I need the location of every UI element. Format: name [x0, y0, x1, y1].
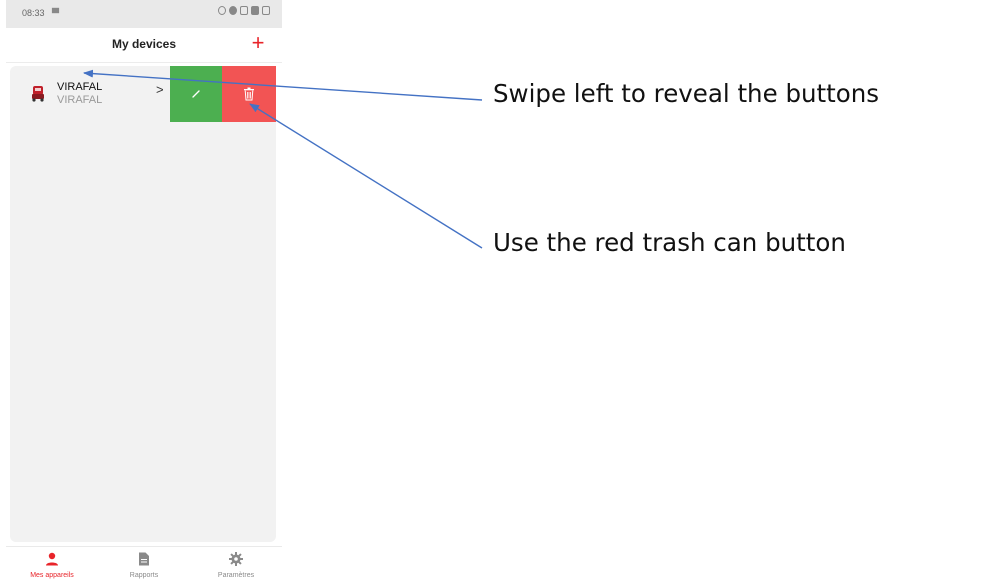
nav-label-parametres: Paramètres [217, 572, 255, 579]
add-device-button[interactable]: + [244, 30, 272, 58]
nav-label-mes-appareils: Mes appareils [30, 572, 74, 579]
notification-icon [51, 7, 60, 14]
app-header: My devices + [6, 28, 282, 63]
device-list: VIRAFAL VIRAFAL > [10, 66, 276, 542]
trash-icon [244, 87, 254, 101]
gear-icon [229, 552, 243, 566]
alarm-icon [218, 6, 226, 15]
arrow-to-trash-button [249, 103, 483, 249]
chevron-right-icon: > [156, 82, 164, 97]
device-subtitle: VIRAFAL [57, 94, 103, 106]
device-row[interactable]: VIRAFAL VIRAFAL > [10, 66, 276, 122]
nav-item-rapports[interactable]: Rapports [98, 547, 190, 581]
bottom-nav: Mes appareils Rapports Paramètres [6, 546, 282, 581]
delete-button[interactable] [222, 66, 276, 122]
status-icons [218, 6, 270, 15]
nav-label-rapports: Rapports [129, 572, 159, 579]
status-time: 08:33 [22, 8, 45, 18]
edit-button[interactable] [170, 66, 222, 122]
person-icon [46, 552, 58, 566]
device-icon [32, 86, 44, 102]
nav-item-parametres[interactable]: Paramètres [190, 547, 282, 581]
phone-screen: 08:33 My devices + VIRAFAL VIRAFAL > Mes… [0, 0, 284, 581]
annotation-trash-text: Use the red trash can button [493, 228, 846, 257]
bluetooth-icon [240, 6, 248, 15]
device-name: VIRAFAL [57, 81, 103, 93]
status-bar: 08:33 [6, 0, 282, 28]
pencil-icon [192, 90, 200, 98]
document-icon [139, 552, 149, 566]
annotation-swipe-text: Swipe left to reveal the buttons [493, 79, 880, 108]
battery-icon [262, 6, 270, 15]
vibrate-icon [229, 6, 237, 15]
page-title: My devices [111, 37, 177, 51]
nav-item-mes-appareils[interactable]: Mes appareils [6, 547, 98, 581]
signal-icon [251, 6, 259, 15]
